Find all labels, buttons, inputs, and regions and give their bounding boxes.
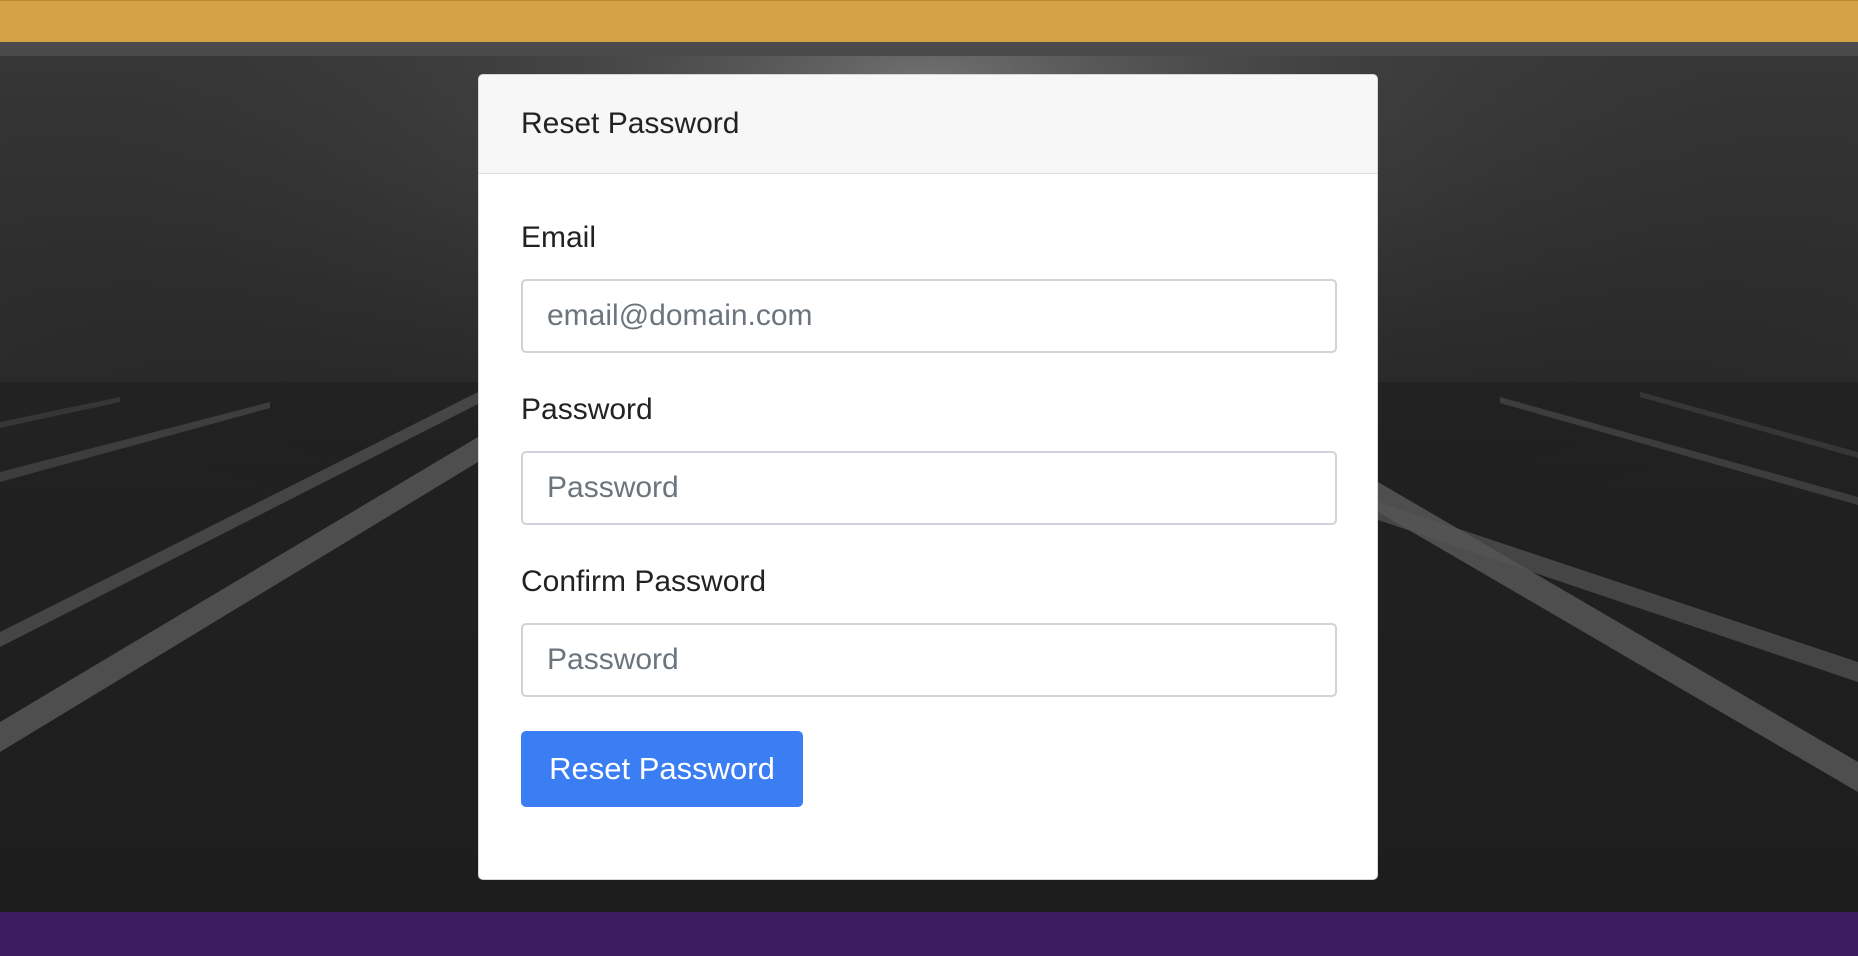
confirm-password-input[interactable] xyxy=(521,623,1337,697)
email-input[interactable] xyxy=(521,279,1337,353)
card-title: Reset Password xyxy=(521,107,740,140)
password-label: Password xyxy=(521,393,653,426)
card-header: Reset Password xyxy=(479,75,1377,174)
page: Reset Password Email Password Confirm Pa… xyxy=(0,0,1858,956)
password-input[interactable] xyxy=(521,451,1337,525)
top-bar xyxy=(0,0,1858,42)
reset-password-button[interactable]: Reset Password xyxy=(521,731,803,807)
email-label: Email xyxy=(521,221,597,254)
reset-password-card: Reset Password Email Password Confirm Pa… xyxy=(478,74,1378,880)
bottom-bar xyxy=(0,912,1858,956)
confirm-password-label: Confirm Password xyxy=(521,565,767,598)
